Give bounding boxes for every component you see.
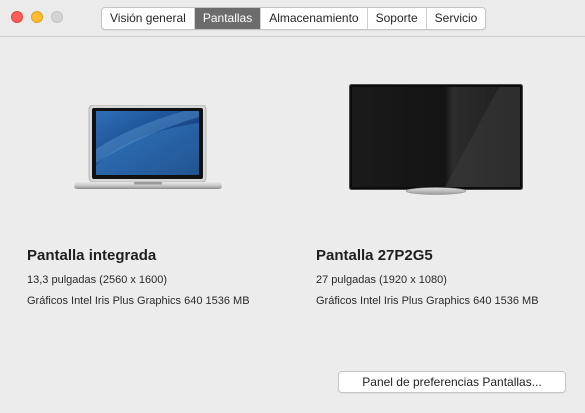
display-preferences-button[interactable]: Panel de preferencias Pantallas... bbox=[338, 371, 566, 393]
tab-soporte[interactable]: Soporte bbox=[368, 8, 427, 29]
tab-almacenamiento[interactable]: Almacenamiento bbox=[261, 8, 368, 29]
display-name-27p2g5: Pantalla 27P2G5 bbox=[316, 247, 433, 264]
system-info-window: Visión general Pantallas Almacenamiento … bbox=[0, 0, 585, 413]
display-name-integrada: Pantalla integrada bbox=[27, 247, 157, 264]
display-graphics-integrada: Gráficos Intel Iris Plus Graphics 640 15… bbox=[27, 295, 250, 307]
title-bar: Visión general Pantallas Almacenamiento … bbox=[0, 0, 585, 37]
laptop-icon bbox=[74, 105, 222, 189]
tab-bar: Visión general Pantallas Almacenamiento … bbox=[101, 7, 487, 30]
close-window-button[interactable] bbox=[11, 11, 23, 23]
display-size-27p2g5: 27 pulgadas (1920 x 1080) bbox=[316, 274, 447, 286]
monitor-icon bbox=[349, 84, 523, 195]
display-graphics-27p2g5: Gráficos Intel Iris Plus Graphics 640 15… bbox=[316, 295, 539, 307]
tab-vision-general[interactable]: Visión general bbox=[102, 8, 195, 29]
display-size-integrada: 13,3 pulgadas (2560 x 1600) bbox=[27, 274, 168, 286]
tab-servicio[interactable]: Servicio bbox=[427, 8, 486, 29]
minimize-window-button[interactable] bbox=[31, 11, 43, 23]
tab-pantallas[interactable]: Pantallas bbox=[194, 8, 262, 29]
maximize-window-button[interactable] bbox=[51, 11, 63, 23]
